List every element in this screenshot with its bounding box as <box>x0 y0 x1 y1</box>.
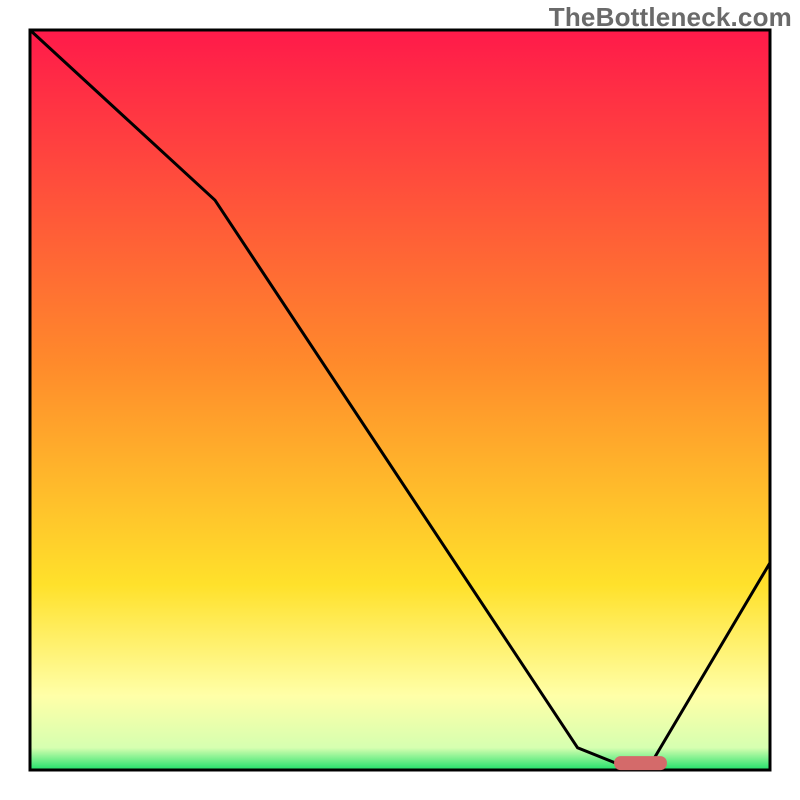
optimal-range-marker <box>615 757 667 770</box>
plot-background <box>30 30 770 770</box>
chart-container: TheBottleneck.com <box>0 0 800 800</box>
bottleneck-chart <box>0 0 800 800</box>
watermark-text: TheBottleneck.com <box>549 2 792 33</box>
